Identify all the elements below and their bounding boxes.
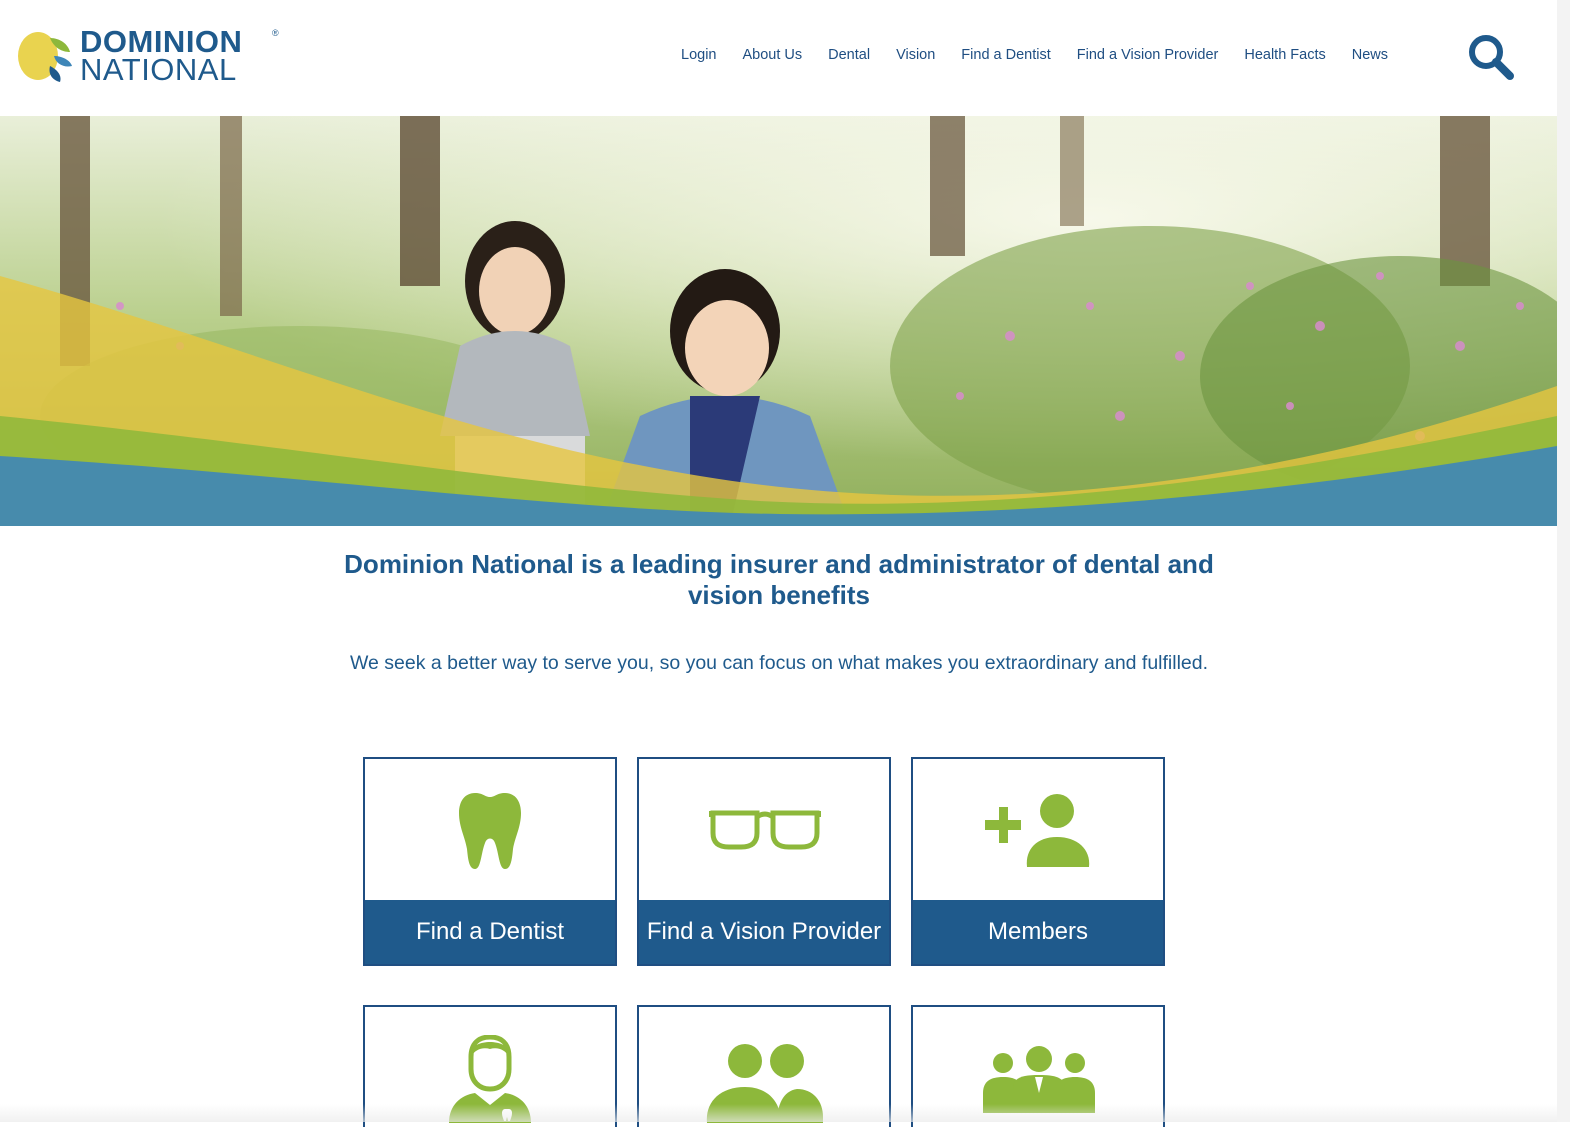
nav-news[interactable]: News: [1352, 47, 1388, 63]
nav-vision[interactable]: Vision: [896, 47, 935, 63]
business-team-icon: [983, 1046, 1095, 1113]
nav-find-a-dentist[interactable]: Find a Dentist: [961, 47, 1050, 63]
main-nav: Login About Us Dental Vision Find a Dent…: [668, 47, 1401, 63]
card-icon-area: [913, 759, 1163, 900]
nav-find-a-vision-provider[interactable]: Find a Vision Provider: [1077, 47, 1219, 63]
logo-leaf-icon: [16, 26, 76, 86]
brand-logo[interactable]: DOMINION NATIONAL ®: [16, 24, 279, 88]
card-label: Find a Vision Provider: [639, 900, 889, 964]
bottom-fade: [0, 1104, 1557, 1122]
site-header: DOMINION NATIONAL ® Login About Us Denta…: [0, 0, 1570, 116]
search-button[interactable]: [1466, 32, 1516, 82]
logo-wordmark: DOMINION NATIONAL: [80, 26, 242, 87]
nav-health-facts[interactable]: Health Facts: [1244, 47, 1325, 63]
nav-dental[interactable]: Dental: [828, 47, 870, 63]
nav-about-us[interactable]: About Us: [742, 47, 802, 63]
card-members[interactable]: Members: [911, 757, 1165, 966]
registered-mark: ®: [272, 28, 279, 38]
page-headline: Dominion National is a leading insurer a…: [344, 549, 1214, 610]
card-label: Find a Dentist: [365, 900, 615, 964]
logo-line2: NATIONAL: [80, 52, 237, 87]
card-icon-area: [639, 1007, 889, 1148]
search-icon: [1469, 35, 1514, 80]
card-icon-area: [365, 759, 615, 900]
add-member-icon: [985, 794, 1090, 867]
card-label: Members: [913, 900, 1163, 964]
nav-login[interactable]: Login: [681, 47, 716, 63]
card-find-a-dentist[interactable]: Find a Dentist: [363, 757, 617, 966]
card-icon-area: [365, 1007, 615, 1148]
page-tagline: We seek a better way to serve you, so yo…: [349, 652, 1209, 674]
card-icon-area: [913, 1007, 1163, 1148]
card-find-a-vision-provider[interactable]: Find a Vision Provider: [637, 757, 891, 966]
hero-image: [0, 116, 1557, 526]
glasses-icon: [709, 810, 821, 850]
tooth-icon: [459, 793, 521, 869]
hero-banner: [0, 116, 1557, 526]
page-scrollbar[interactable]: [1557, 0, 1570, 1122]
card-icon-area: [639, 759, 889, 900]
